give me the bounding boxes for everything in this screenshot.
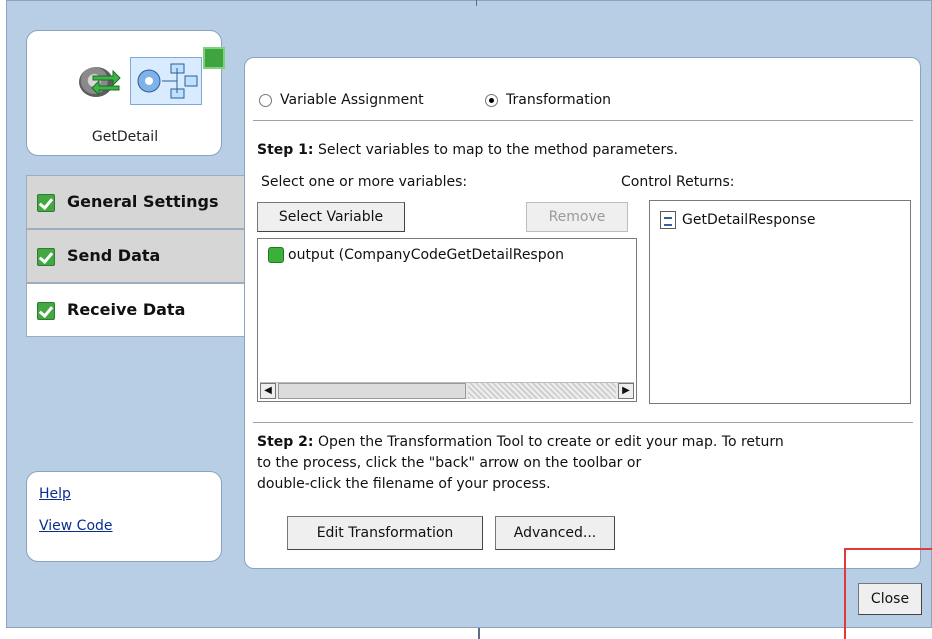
radio-button[interactable]: [259, 93, 272, 107]
node-name: GetDetail: [91, 129, 159, 145]
return-name: GetDetailResponse: [682, 212, 816, 228]
help-links-box: Help View Code: [26, 471, 222, 562]
tab-label: Send Data: [67, 246, 161, 265]
exchange-arrows-icon: [91, 69, 121, 95]
edit-transformation-button[interactable]: Edit Transformation: [287, 516, 483, 550]
tab-receive-data[interactable]: Receive Data: [26, 283, 245, 337]
view-code-link[interactable]: View Code: [39, 518, 113, 534]
select-variable-button[interactable]: Select Variable: [257, 202, 405, 232]
variable-icon: [268, 247, 284, 263]
step2-line1: Open the Transformation Tool to create o…: [317, 434, 784, 450]
radio-transformation[interactable]: Transformation: [485, 92, 611, 108]
step2-line2: to the process, click the "back" arrow o…: [257, 455, 642, 471]
divider-tick: [478, 628, 480, 639]
tab-label: General Settings: [67, 192, 219, 211]
radio-label: Variable Assignment: [280, 92, 424, 108]
document-icon: [660, 211, 676, 229]
highlight-box: [844, 548, 932, 639]
divider: [253, 120, 913, 121]
radio-button[interactable]: [485, 93, 498, 107]
scroll-right-arrow-icon[interactable]: ▶: [618, 383, 634, 399]
scroll-thumb[interactable]: [278, 383, 466, 399]
step1-title: Step 1:: [257, 142, 314, 158]
check-icon: [37, 302, 55, 320]
method-icon: [130, 57, 202, 105]
divider: [253, 422, 913, 423]
node-card: GetDetail: [26, 30, 225, 156]
scroll-left-arrow-icon[interactable]: ◀: [260, 383, 276, 399]
step2-instruction: Step 2: Open the Transformation Tool to …: [257, 432, 784, 495]
variables-list[interactable]: output (CompanyCodeGetDetailRespon ◀ ▶: [257, 238, 637, 402]
tab-label: Receive Data: [67, 300, 186, 319]
control-returns-list[interactable]: GetDetailResponse: [649, 200, 911, 404]
check-icon: [37, 248, 55, 266]
tab-general-settings[interactable]: General Settings: [26, 175, 245, 229]
advanced-button[interactable]: Advanced...: [495, 516, 615, 550]
radio-variable-assignment[interactable]: Variable Assignment: [259, 92, 424, 108]
select-variables-label: Select one or more variables:: [261, 174, 468, 190]
step2-line3: double-click the filename of your proces…: [257, 476, 551, 492]
step2-title: Step 2:: [257, 434, 314, 450]
list-item[interactable]: GetDetailResponse: [660, 211, 815, 229]
check-icon: [203, 47, 225, 69]
variable-name: output (CompanyCodeGetDetailRespon: [288, 247, 565, 263]
receive-data-panel: Variable Assignment Transformation Step …: [244, 57, 921, 569]
horizontal-scrollbar[interactable]: ◀ ▶: [260, 382, 634, 399]
remove-button[interactable]: Remove: [526, 202, 628, 232]
control-returns-label: Control Returns:: [621, 174, 735, 190]
list-item[interactable]: output (CompanyCodeGetDetailRespon: [268, 247, 634, 263]
radio-label: Transformation: [506, 92, 612, 108]
step1-text: Select variables to map to the method pa…: [317, 142, 678, 158]
check-icon: [37, 194, 55, 212]
service-call-icon: [51, 41, 225, 107]
help-link[interactable]: Help: [39, 486, 71, 502]
tab-send-data[interactable]: Send Data: [26, 229, 245, 283]
scroll-track[interactable]: [468, 383, 616, 399]
step1-instruction: Step 1: Select variables to map to the m…: [257, 142, 678, 158]
divider-tick: [476, 0, 477, 6]
